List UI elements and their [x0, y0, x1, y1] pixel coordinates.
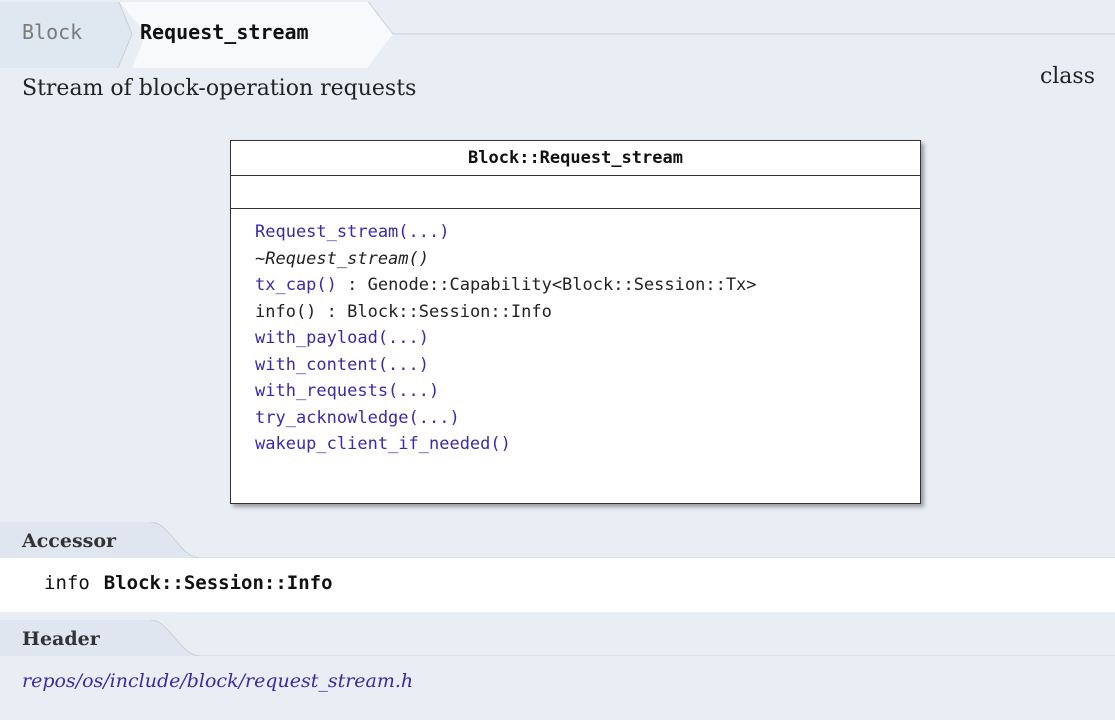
method-link[interactable]: with_requests(...) — [255, 381, 439, 401]
method-wakeup-client: wakeup_client_if_needed() — [255, 431, 920, 458]
accessor-type: Block::Session::Info — [103, 572, 333, 594]
method-try-acknowledge: try_acknowledge(...) — [255, 405, 920, 432]
method-info: info() : Block::Session::Info — [255, 299, 920, 326]
method-with-payload: with_payload(...) — [255, 325, 920, 352]
accessor-row: info Block::Session::Info — [44, 572, 333, 594]
method-label: info() — [255, 301, 317, 322]
section-tab-shape — [0, 620, 1115, 656]
method-link[interactable]: with_payload(...) — [255, 328, 429, 348]
accessor-section-header: Accessor — [0, 522, 1115, 558]
method-link[interactable]: wakeup_client_if_needed() — [255, 434, 511, 454]
method-tx-cap: tx_cap() : Genode::Capability<Block::Ses… — [255, 272, 920, 299]
method-link[interactable]: tx_cap() — [255, 275, 337, 295]
accessor-section-body: info Block::Session::Info — [0, 558, 1115, 612]
method-with-requests: with_requests(...) — [255, 378, 920, 405]
method-link[interactable]: with_content(...) — [255, 355, 429, 375]
uml-class-diagram: Block::Request_stream Request_stream(...… — [230, 140, 921, 504]
method-link[interactable]: try_acknowledge(...) — [255, 408, 460, 428]
method-label: ~Request_stream() — [255, 248, 429, 269]
header-section-header: Header — [0, 620, 1115, 656]
breadcrumb: Block Request_stream — [0, 0, 1115, 68]
accessor-heading: Accessor — [22, 530, 117, 552]
kind-label: class — [1039, 64, 1095, 89]
method-link[interactable]: Request_stream(...) — [255, 222, 449, 242]
accessor-name: info — [44, 572, 90, 594]
method-return-type: : Genode::Capability<Block::Session::Tx> — [336, 275, 757, 295]
uml-class-title: Block::Request_stream — [231, 141, 920, 176]
uml-methods: Request_stream(...) ~Request_stream() tx… — [231, 209, 920, 458]
header-section-body: repos/os/include/block/request_stream.h — [0, 656, 1115, 720]
breadcrumb-parent-link[interactable]: Block — [22, 20, 82, 44]
method-return-type: : Block::Session::Info — [316, 301, 552, 322]
section-tab-shape — [0, 522, 1115, 558]
method-with-content: with_content(...) — [255, 352, 920, 379]
brief-description: Stream of block-operation requests — [22, 76, 417, 101]
method-destructor: ~Request_stream() — [255, 246, 920, 273]
header-file-link[interactable]: repos/os/include/block/request_stream.h — [22, 670, 413, 692]
method-constructor: Request_stream(...) — [255, 219, 920, 246]
breadcrumb-current: Request_stream — [140, 20, 309, 44]
uml-attributes — [231, 176, 920, 209]
header-heading: Header — [22, 628, 100, 650]
